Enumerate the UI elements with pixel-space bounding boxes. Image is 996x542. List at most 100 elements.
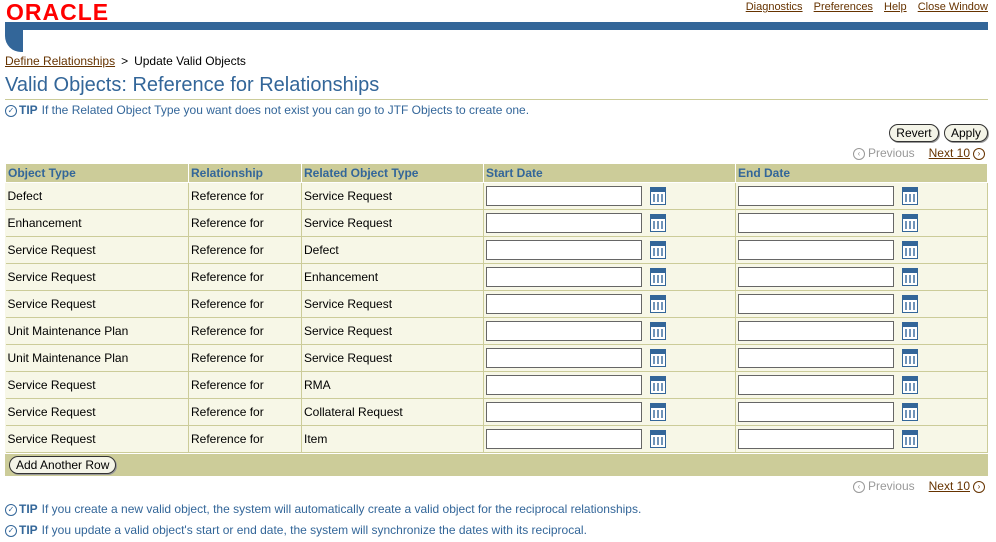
cell-related-object-type: Service Request [301, 182, 484, 210]
calendar-icon[interactable] [902, 214, 918, 232]
calendar-icon[interactable] [650, 241, 666, 259]
next-link[interactable]: Next 10 [929, 146, 970, 160]
calendar-icon[interactable] [650, 268, 666, 286]
calendar-icon[interactable] [650, 295, 666, 313]
cell-object-type: Service Request [5, 425, 189, 453]
cell-end-date [735, 344, 988, 372]
calendar-icon[interactable] [902, 349, 918, 367]
end-date-input[interactable] [738, 294, 894, 314]
cell-object-type: Enhancement [5, 209, 189, 237]
cell-object-type: Service Request [5, 290, 189, 318]
start-date-input[interactable] [486, 294, 642, 314]
previous-arrow-icon: ‹ [852, 147, 865, 160]
end-date-input[interactable] [738, 375, 894, 395]
end-date-input[interactable] [738, 429, 894, 449]
calendar-icon[interactable] [902, 430, 918, 448]
valid-objects-table: Object Type Relationship Related Object … [5, 163, 988, 453]
next-arrow-icon[interactable]: › [973, 480, 985, 493]
cell-end-date [735, 209, 988, 237]
end-date-input[interactable] [738, 240, 894, 260]
table-row: Defect Reference for Service Request [5, 182, 988, 210]
cell-start-date [483, 344, 736, 372]
table-row: Enhancement Reference for Service Request [5, 209, 988, 237]
column-header-object-type: Object Type [5, 163, 189, 183]
apply-button[interactable]: Apply [943, 124, 988, 142]
breadcrumb-current: Update Valid Objects [134, 54, 246, 68]
cell-end-date [735, 398, 988, 426]
next-link-bottom[interactable]: Next 10 [929, 479, 970, 493]
cell-start-date [483, 209, 736, 237]
start-date-input[interactable] [486, 321, 642, 341]
cell-related-object-type: Service Request [301, 317, 484, 345]
calendar-icon[interactable] [902, 187, 918, 205]
calendar-icon[interactable] [902, 403, 918, 421]
tip-label: TIP [19, 523, 38, 537]
cell-object-type: Unit Maintenance Plan [5, 344, 189, 372]
add-another-row-button[interactable]: Add Another Row [9, 456, 117, 474]
pagination-top: ‹ Previous Next 10 › [850, 146, 988, 160]
cell-related-object-type: Enhancement [301, 263, 484, 291]
column-header-end-date: End Date [735, 163, 988, 183]
calendar-icon[interactable] [650, 349, 666, 367]
cell-object-type: Defect [5, 182, 189, 210]
calendar-icon[interactable] [902, 376, 918, 394]
calendar-icon[interactable] [902, 268, 918, 286]
end-date-input[interactable] [738, 348, 894, 368]
calendar-icon[interactable] [650, 376, 666, 394]
preferences-link[interactable]: Preferences [814, 1, 873, 13]
help-link[interactable]: Help [884, 1, 907, 13]
column-header-start-date: Start Date [483, 163, 736, 183]
end-date-input[interactable] [738, 186, 894, 206]
revert-button[interactable]: Revert [889, 124, 939, 142]
start-date-input[interactable] [486, 375, 642, 395]
cell-relationship: Reference for [188, 209, 302, 237]
cell-end-date [735, 236, 988, 264]
page-title: Valid Objects: Reference for Relationshi… [5, 73, 988, 100]
oracle-logo: ORACLE [6, 0, 110, 25]
end-date-input[interactable] [738, 213, 894, 233]
start-date-input[interactable] [486, 402, 642, 422]
end-date-input[interactable] [738, 267, 894, 287]
start-date-input[interactable] [486, 186, 642, 206]
table-row: Unit Maintenance Plan Reference for Servic… [5, 344, 988, 372]
cell-relationship: Reference for [188, 317, 302, 345]
column-header-related-object-type: Related Object Type [301, 163, 484, 183]
start-date-input[interactable] [486, 213, 642, 233]
breadcrumb: Define Relationships > Update Valid Object… [5, 54, 246, 68]
cell-related-object-type: Service Request [301, 209, 484, 237]
breadcrumb-define-relationships[interactable]: Define Relationships [5, 54, 115, 68]
cell-end-date [735, 182, 988, 210]
start-date-input[interactable] [486, 429, 642, 449]
diagnostics-link[interactable]: Diagnostics [746, 1, 803, 13]
close-window-link[interactable]: Close Window [918, 1, 988, 13]
calendar-icon[interactable] [902, 295, 918, 313]
calendar-icon[interactable] [650, 187, 666, 205]
cell-start-date [483, 317, 736, 345]
cell-relationship: Reference for [188, 344, 302, 372]
table-row: Service Request Reference for RMA [5, 371, 988, 399]
cell-start-date [483, 371, 736, 399]
checkmark-icon: ✓ [5, 524, 17, 537]
start-date-input[interactable] [486, 267, 642, 287]
brand-bar-stripe [5, 22, 988, 30]
calendar-icon[interactable] [650, 214, 666, 232]
end-date-input[interactable] [738, 402, 894, 422]
calendar-icon[interactable] [902, 241, 918, 259]
cell-end-date [735, 425, 988, 453]
table-row: Service Request Reference for Defect [5, 236, 988, 264]
calendar-icon[interactable] [650, 322, 666, 340]
tip-label: TIP [19, 103, 38, 117]
cell-related-object-type: Service Request [301, 344, 484, 372]
cell-end-date [735, 317, 988, 345]
start-date-input[interactable] [486, 348, 642, 368]
cell-related-object-type: Collateral Request [301, 398, 484, 426]
next-arrow-icon[interactable]: › [973, 147, 985, 160]
cell-related-object-type: RMA [301, 371, 484, 399]
calendar-icon[interactable] [650, 403, 666, 421]
start-date-input[interactable] [486, 240, 642, 260]
calendar-icon[interactable] [902, 322, 918, 340]
cell-end-date [735, 263, 988, 291]
end-date-input[interactable] [738, 321, 894, 341]
table-header-row: Object Type Relationship Related Object … [5, 163, 988, 183]
calendar-icon[interactable] [650, 430, 666, 448]
